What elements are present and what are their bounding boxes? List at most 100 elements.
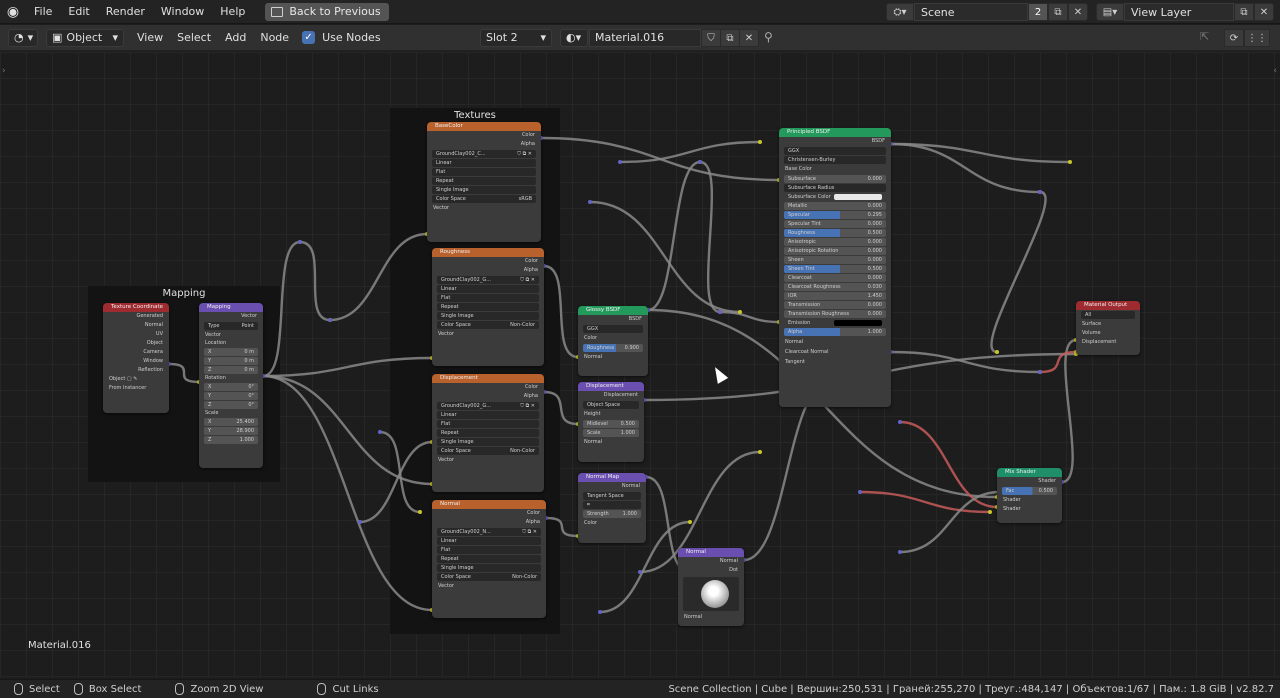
scale-field[interactable]: Scale 1.000: [583, 429, 639, 437]
node-canvas[interactable]: › ‹ Mapping Textures Texture Coordinate …: [0, 52, 1280, 678]
rotation-z[interactable]: Z 0°: [204, 401, 258, 409]
image-selector[interactable]: GroundClay002_G... ⛉ ⧉ ✕: [437, 402, 539, 410]
from-instancer-checkbox[interactable]: From Instancer: [103, 384, 169, 393]
snap-icon[interactable]: ⟳: [1224, 29, 1244, 47]
socket-bsdf[interactable]: BSDF: [779, 137, 891, 146]
principled-field-clearcoat[interactable]: Clearcoat 0.000: [784, 274, 886, 282]
socket-normal[interactable]: Normal: [779, 337, 891, 347]
rotation-y[interactable]: Y 0°: [204, 392, 258, 400]
socket-surface[interactable]: Surface: [1076, 320, 1140, 329]
projection-dropdown[interactable]: Flat: [432, 168, 536, 176]
menu-add[interactable]: Add: [218, 31, 253, 44]
socket-bsdf[interactable]: BSDF: [578, 315, 648, 324]
fac-field[interactable]: Fac 0.500: [1002, 487, 1057, 495]
space-dropdown[interactable]: Tangent Space: [583, 492, 641, 500]
node-material-output[interactable]: Material Output All Surface Volume Displ…: [1076, 301, 1140, 355]
socket-base-color[interactable]: Base Color: [779, 165, 891, 174]
projection-dropdown[interactable]: Flat: [437, 294, 539, 302]
node-normal[interactable]: Normal Normal Dot Normal: [678, 548, 744, 626]
view-layer-field[interactable]: View Layer: [1124, 3, 1234, 21]
menu-help[interactable]: Help: [212, 0, 253, 24]
socket-vector-out[interactable]: Vector: [199, 312, 263, 321]
snap-options-icon[interactable]: ⋮⋮: [1244, 29, 1270, 47]
socket-clearcoat-normal[interactable]: Clearcoat Normal: [779, 347, 891, 357]
socket-uv[interactable]: UV: [103, 330, 169, 339]
socket-object[interactable]: Object: [103, 339, 169, 348]
delete-view-layer-icon[interactable]: ✕: [1254, 3, 1274, 21]
principled-field-subsurface[interactable]: Subsurface 0.000: [784, 175, 886, 183]
new-view-layer-icon[interactable]: ⧉: [1234, 3, 1254, 21]
socket-volume[interactable]: Volume: [1076, 329, 1140, 338]
socket-normal-out[interactable]: Normal: [678, 557, 744, 566]
new-scene-icon[interactable]: ⧉: [1048, 3, 1068, 21]
extension-dropdown[interactable]: Repeat: [432, 177, 536, 185]
socket-color-in[interactable]: Color: [578, 334, 648, 343]
principled-field-transmission[interactable]: Transmission 0.000: [784, 301, 886, 309]
socket-normal-in[interactable]: Normal: [678, 613, 744, 622]
interpolation-dropdown[interactable]: Linear: [437, 411, 539, 419]
extension-dropdown[interactable]: Repeat: [437, 555, 541, 563]
extension-dropdown[interactable]: Repeat: [437, 303, 539, 311]
socket-displacement[interactable]: Displacement: [1076, 338, 1140, 347]
socket-normal-out[interactable]: Normal: [578, 482, 646, 491]
socket-height[interactable]: Height: [578, 410, 644, 419]
parent-node-tree-icon[interactable]: ⇱: [1200, 30, 1209, 43]
principled-field-subsurface-radius[interactable]: Subsurface Radius: [784, 184, 886, 192]
source-dropdown[interactable]: Single Image: [437, 438, 539, 446]
socket-color[interactable]: Color: [432, 257, 544, 266]
socket-alpha[interactable]: Alpha: [432, 518, 546, 527]
node-image-displacement[interactable]: Displacement Color Alpha GroundClay002_G…: [432, 374, 544, 492]
menu-window[interactable]: Window: [153, 0, 212, 24]
scale-y[interactable]: Y 28.900: [204, 427, 258, 435]
socket-vector-in[interactable]: Vector: [199, 331, 263, 340]
principled-field-metallic[interactable]: Metallic 0.000: [784, 202, 886, 210]
principled-field-specular-tint[interactable]: Specular Tint 0.000: [784, 220, 886, 228]
source-dropdown[interactable]: Single Image: [437, 564, 541, 572]
socket-vector-in[interactable]: Vector: [432, 330, 544, 339]
extension-dropdown[interactable]: Repeat: [437, 429, 539, 437]
target-dropdown[interactable]: All: [1081, 311, 1135, 319]
socket-dot[interactable]: Dot: [678, 566, 744, 575]
material-browse-icon[interactable]: ◐▾: [560, 28, 588, 47]
delete-scene-icon[interactable]: ✕: [1068, 3, 1088, 21]
source-dropdown[interactable]: Single Image: [432, 186, 536, 194]
unlink-material-icon[interactable]: ✕: [739, 29, 759, 47]
menu-view[interactable]: View: [130, 31, 170, 44]
node-normal-map[interactable]: Normal Map Normal Tangent Space ⌗ Streng…: [578, 473, 646, 543]
distribution-dropdown[interactable]: GGX: [583, 325, 643, 333]
back-to-previous-button[interactable]: Back to Previous: [265, 2, 389, 21]
projection-dropdown[interactable]: Flat: [437, 420, 539, 428]
slot-dropdown[interactable]: Slot 2 ▾: [480, 28, 552, 47]
principled-field-subsurface-color[interactable]: Subsurface Color: [784, 193, 886, 201]
principled-field-ior[interactable]: IOR 1.450: [784, 292, 886, 300]
color-space-dropdown[interactable]: Color Space Non-Color: [437, 573, 541, 581]
location-x[interactable]: X0 m: [204, 348, 258, 356]
principled-field-sheen[interactable]: Sheen 0.000: [784, 256, 886, 264]
socket-alpha[interactable]: Alpha: [427, 140, 541, 149]
socket-normal-in[interactable]: Normal: [578, 353, 648, 362]
socket-color-in[interactable]: Color: [578, 519, 646, 528]
principled-field-emission[interactable]: Emission: [784, 319, 886, 327]
editor-type-dropdown[interactable]: ◔ ▾: [8, 28, 38, 47]
interpolation-dropdown[interactable]: Linear: [437, 537, 541, 545]
space-dropdown[interactable]: Object Space: [583, 401, 639, 409]
node-image-basecolor[interactable]: BaseColor Color Alpha GroundClay002_C...…: [427, 122, 541, 242]
socket-alpha[interactable]: Alpha: [432, 392, 544, 401]
interpolation-dropdown[interactable]: Linear: [437, 285, 539, 293]
material-name-field[interactable]: Material.016: [589, 28, 701, 47]
node-displacement[interactable]: Displacement Displacement Object Space H…: [578, 382, 644, 462]
scale-z[interactable]: Z 1.000: [204, 436, 258, 444]
blender-logo-icon[interactable]: ◉: [0, 0, 26, 24]
socket-camera[interactable]: Camera: [103, 348, 169, 357]
pin-icon[interactable]: ⚲: [764, 30, 773, 44]
color-space-dropdown[interactable]: Color Space Non-Color: [437, 447, 539, 455]
image-selector[interactable]: GroundClay002_N... ⛉ ⧉ ✕: [437, 528, 541, 536]
socket-reflection[interactable]: Reflection: [103, 366, 169, 375]
menu-edit[interactable]: Edit: [60, 0, 97, 24]
uv-map-field[interactable]: ⌗: [583, 501, 641, 509]
color-space-dropdown[interactable]: Color Space Non-Color: [437, 321, 539, 329]
node-principled-bsdf[interactable]: Principled BSDF BSDF GGX Christensen-Bur…: [779, 128, 891, 407]
midlevel-field[interactable]: Midlevel 0.500: [583, 420, 639, 428]
distribution-dropdown[interactable]: GGX: [784, 147, 886, 155]
roughness-field[interactable]: Roughness 0.900: [583, 344, 643, 352]
